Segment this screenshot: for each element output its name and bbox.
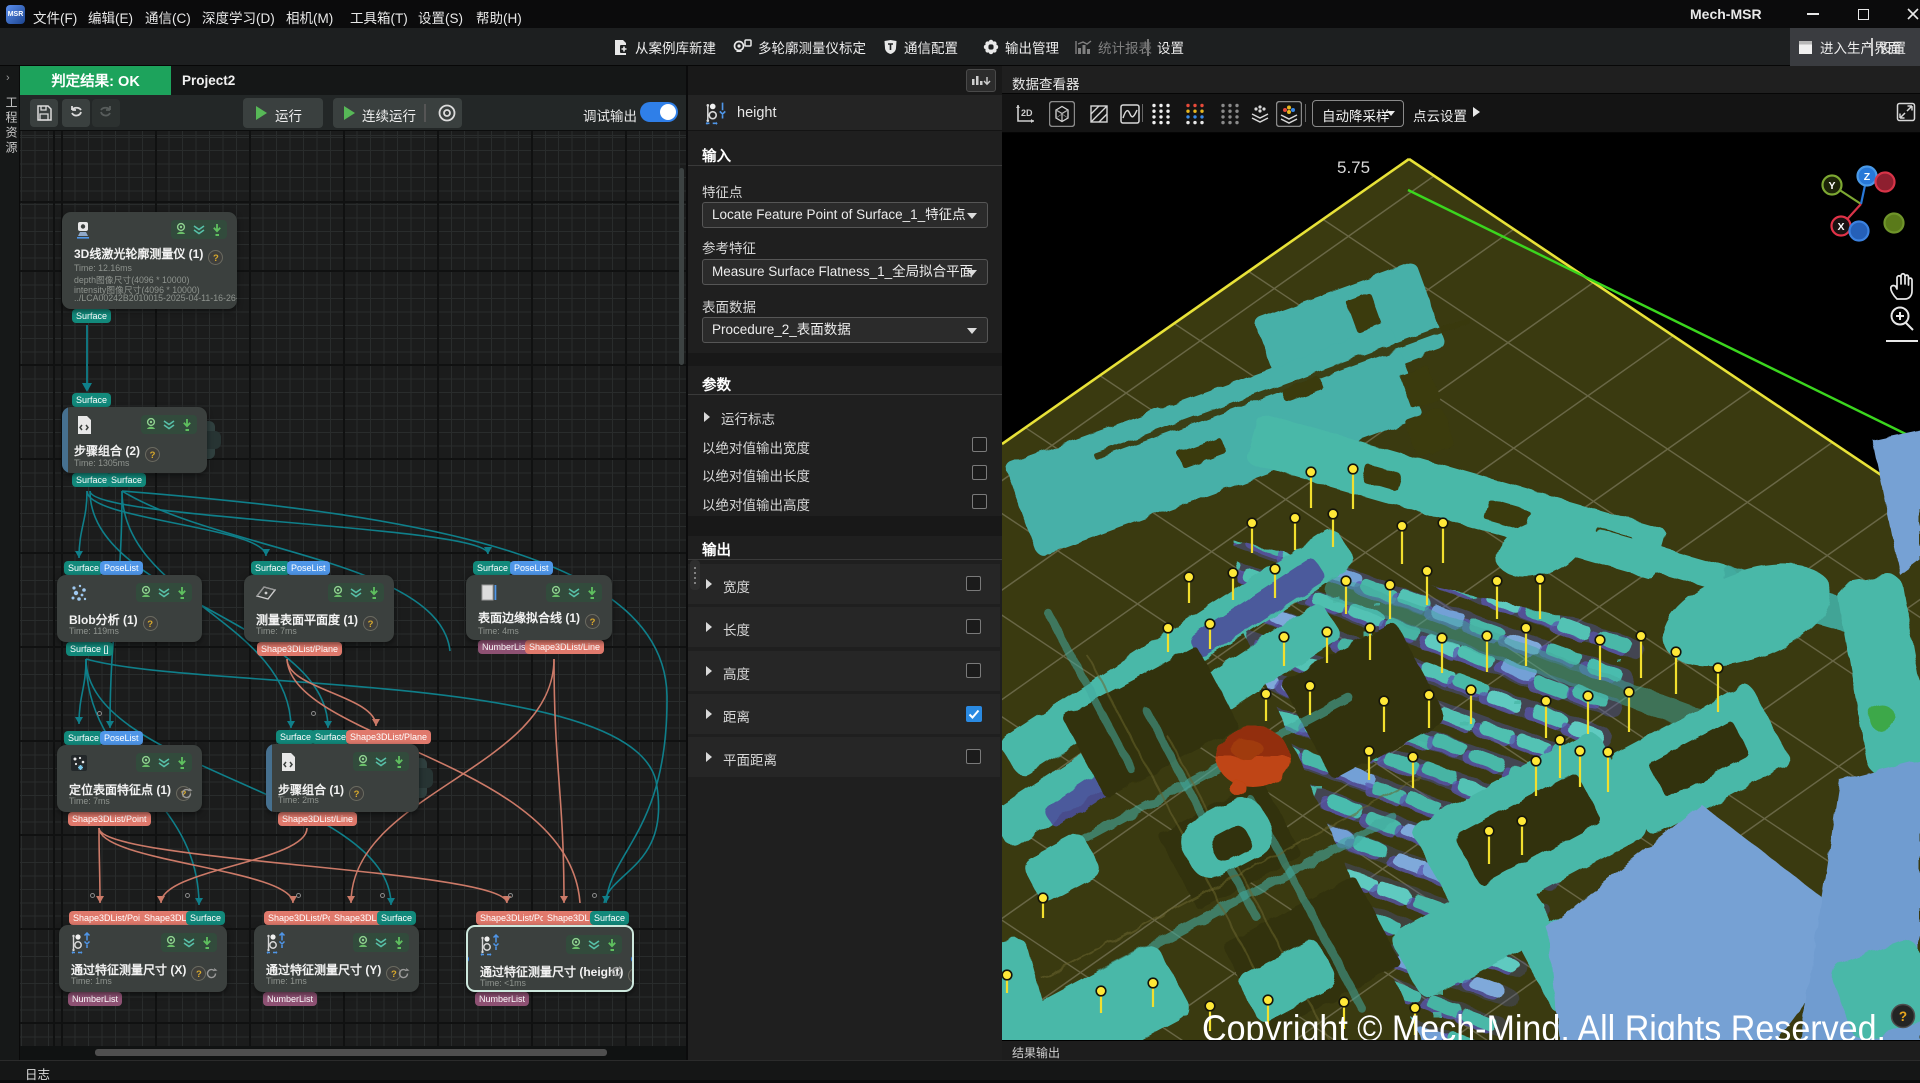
svg-text:X: X — [1837, 221, 1844, 233]
svg-text:Copyright © Mech-Mind. All Rig: Copyright © Mech-Mind. All Rights Reserv… — [1202, 1008, 1886, 1040]
svg-text:?: ? — [1899, 1009, 1907, 1024]
svg-text:Z: Z — [1864, 171, 1871, 183]
svg-text:2D: 2D — [1021, 108, 1033, 118]
svg-text:5.75: 5.75 — [1337, 158, 1370, 177]
svg-text:Y: Y — [1828, 180, 1835, 192]
